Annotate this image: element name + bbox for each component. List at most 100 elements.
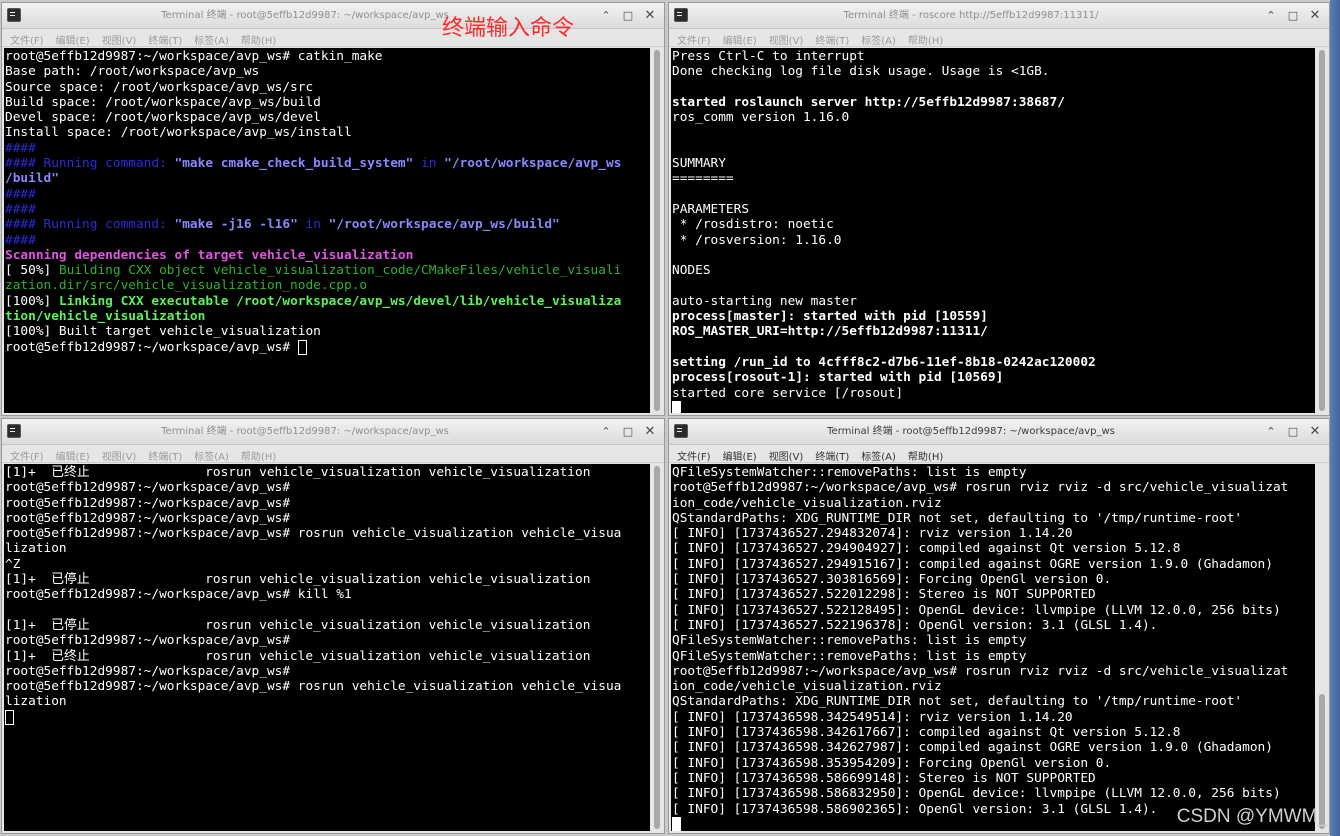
- scrollbar-thumb[interactable]: [654, 50, 660, 411]
- terminal-text: root@5effb12d9987:~/workspace/avp_ws# ki…: [5, 587, 352, 603]
- terminal-window-roscore[interactable]: Terminal 终端 - roscore http://5effb12d998…: [668, 2, 1330, 416]
- terminal-line: [1]+ 已终止 rosrun vehicle_visualization ve…: [5, 649, 650, 664]
- terminal-text: auto-starting new master: [672, 293, 857, 309]
- terminal-line: ####: [5, 202, 650, 217]
- terminal-output[interactable]: QFileSystemWatcher::removePaths: list is…: [671, 464, 1315, 831]
- terminal-line: ROS_MASTER_URI=http://5effb12d9987:11311…: [672, 324, 1315, 339]
- terminal-window-catkin-make[interactable]: Terminal 终端 - root@5effb12d9987: ~/works…: [1, 2, 665, 416]
- terminal-line: Devel space: /root/workspace/avp_ws/deve…: [5, 110, 650, 125]
- terminal-line: lization: [5, 694, 650, 709]
- desktop: Terminal 终端 - root@5effb12d9987: ~/works…: [0, 0, 1340, 836]
- terminal-line: #### Running command: "make cmake_check_…: [5, 156, 650, 171]
- desktop-background-strip: [1330, 0, 1340, 836]
- minimize-button[interactable]: ⌃: [1261, 6, 1281, 26]
- scrollbar[interactable]: [1316, 48, 1328, 413]
- maximize-button[interactable]: □: [1283, 422, 1303, 442]
- terminal-text: QFileSystemWatcher::removePaths: list is…: [672, 648, 1027, 664]
- terminal-text: Source space: /root/workspace/avp_ws/src: [5, 79, 314, 95]
- terminal-text: root@5effb12d9987:~/workspace/avp_ws# ro…: [5, 526, 622, 542]
- minimize-button[interactable]: ⌃: [1261, 422, 1281, 442]
- scrollbar[interactable]: [651, 464, 663, 831]
- terminal-line: PARAMETERS: [672, 202, 1315, 217]
- terminal-window-rosrun[interactable]: Terminal 终端 - root@5effb12d9987: ~/works…: [1, 418, 665, 834]
- text-cursor: [297, 339, 307, 355]
- terminal-line: Source space: /root/workspace/avp_ws/src: [5, 80, 650, 95]
- terminal-text: [ INFO] [1737436598.353954209]: Forcing …: [672, 755, 1112, 771]
- terminal-line: [672, 400, 1315, 413]
- terminal-line: [ INFO] [1737436598.586699148]: Stereo i…: [672, 771, 1315, 786]
- terminal-text-segment: "make -j16 -l16": [174, 217, 298, 233]
- terminal-text: ros_comm version 1.16.0: [672, 110, 850, 126]
- close-button[interactable]: ✕: [640, 422, 660, 442]
- title-bar[interactable]: Terminal 终端 - roscore http://5effb12d998…: [669, 3, 1329, 29]
- terminal-text: zation.dir/src/vehicle_visualization_nod…: [5, 278, 368, 294]
- terminal-text: [1]+ 已停止 rosrun vehicle_visualization ve…: [5, 617, 591, 633]
- window-title: Terminal 终端 - root@5effb12d9987: ~/works…: [827, 426, 1115, 437]
- terminal-text-segment: in: [297, 217, 329, 233]
- title-bar[interactable]: Terminal 终端 - root@5effb12d9987: ~/works…: [2, 419, 664, 445]
- terminal-line: [ INFO] [1737436598.586832950]: OpenGL d…: [672, 786, 1315, 801]
- close-button[interactable]: ✕: [640, 6, 660, 26]
- terminal-text: ####: [5, 140, 36, 156]
- maximize-button[interactable]: □: [618, 6, 638, 26]
- scrollbar[interactable]: [1316, 464, 1328, 831]
- terminal-line: process[rosout-1]: started with pid [105…: [672, 370, 1315, 385]
- terminal-line: Base path: /root/workspace/avp_ws: [5, 64, 650, 79]
- terminal-output[interactable]: root@5effb12d9987:~/workspace/avp_ws# ca…: [4, 48, 650, 413]
- terminal-window-rviz[interactable]: Terminal 终端 - root@5effb12d9987: ~/works…: [668, 418, 1330, 834]
- terminal-output[interactable]: Press Ctrl-C to interrupt Done checking l…: [671, 48, 1315, 413]
- terminal-line: [ INFO] [1737436598.353954209]: Forcing …: [672, 756, 1315, 771]
- terminal-line: [ INFO] [1737436527.522128495]: OpenGL d…: [672, 603, 1315, 618]
- terminal-text: [ INFO] [1737436527.294915167]: compiled…: [672, 556, 1273, 572]
- menu-bar: 文件(F) 编辑(E) 视图(V) 终端(T) 标签(A) 帮助(H): [669, 29, 1329, 47]
- terminal-line: [ INFO] [1737436527.294832074]: rviz ver…: [672, 526, 1315, 541]
- terminal-line: root@5effb12d9987:~/workspace/avp_ws#: [5, 511, 650, 526]
- terminal-text: QStandardPaths: XDG_RUNTIME_DIR not set,…: [672, 510, 1243, 526]
- terminal-text-segment: Building CXX object vehicle_visualizatio…: [58, 263, 622, 279]
- terminal-line: SUMMARY: [672, 156, 1315, 171]
- maximize-button[interactable]: □: [618, 422, 638, 442]
- terminal-text: QFileSystemWatcher::removePaths: list is…: [672, 465, 1027, 480]
- terminal-line: * /rosdistro: noetic: [672, 217, 1315, 232]
- terminal-line: Done checking log file disk usage. Usage…: [672, 64, 1315, 79]
- terminal-line: [ INFO] [1737436527.294904927]: compiled…: [672, 541, 1315, 556]
- terminal-text: SUMMARY: [672, 156, 726, 172]
- terminal-text: started roslaunch server http://5effb12d…: [672, 94, 1065, 110]
- scrollbar-thumb[interactable]: [1319, 50, 1325, 411]
- terminal-line: lization: [5, 541, 650, 556]
- minimize-button[interactable]: ⌃: [596, 422, 616, 442]
- close-button[interactable]: ✕: [1305, 6, 1325, 26]
- terminal-text: root@5effb12d9987:~/workspace/avp_ws# ca…: [5, 49, 383, 64]
- terminal-text: [ INFO] [1737436598.586699148]: Stereo i…: [672, 770, 1096, 786]
- terminal-text: * /rosversion: 1.16.0: [672, 232, 842, 248]
- terminal-line: [ INFO] [1737436527.294915167]: compiled…: [672, 557, 1315, 572]
- title-bar[interactable]: Terminal 终端 - root@5effb12d9987: ~/works…: [669, 419, 1329, 445]
- terminal-text: [1]+ 已终止 rosrun vehicle_visualization ve…: [5, 465, 591, 480]
- scrollbar-thumb[interactable]: [654, 466, 660, 829]
- terminal-line: root@5effb12d9987:~/workspace/avp_ws#: [5, 480, 650, 495]
- terminal-text: [1]+ 已停止 rosrun vehicle_visualization ve…: [5, 572, 591, 588]
- terminal-text: [ INFO] [1737436598.342627987]: compiled…: [672, 740, 1273, 756]
- terminal-line: NODES: [672, 263, 1315, 278]
- terminal-text: /build": [5, 171, 59, 187]
- terminal-text-segment: "/root/workspace/avp_ws/build": [328, 217, 560, 233]
- terminal-text: ^Z: [5, 556, 21, 572]
- close-button[interactable]: ✕: [1305, 422, 1325, 442]
- terminal-line: [ INFO] [1737436598.342549514]: rviz ver…: [672, 710, 1315, 725]
- terminal-line: Build space: /root/workspace/avp_ws/buil…: [5, 95, 650, 110]
- minimize-button[interactable]: ⌃: [596, 6, 616, 26]
- text-cursor: [5, 709, 14, 725]
- maximize-button[interactable]: □: [1283, 6, 1303, 26]
- terminal-line: started core service [/rosout]: [672, 386, 1315, 401]
- terminal-text: lization: [5, 694, 67, 710]
- annotation-label: 终端输入命令: [442, 16, 575, 41]
- terminal-text: Devel space: /root/workspace/avp_ws/deve…: [5, 110, 321, 126]
- terminal-text-segment: Linking CXX executable /root/workspace/a…: [58, 293, 622, 309]
- terminal-output[interactable]: [1]+ 已终止 rosrun vehicle_visualization ve…: [4, 464, 650, 831]
- terminal-line: ####: [5, 233, 650, 248]
- scrollbar[interactable]: [651, 48, 663, 413]
- terminal-text: started core service [/rosout]: [672, 385, 904, 401]
